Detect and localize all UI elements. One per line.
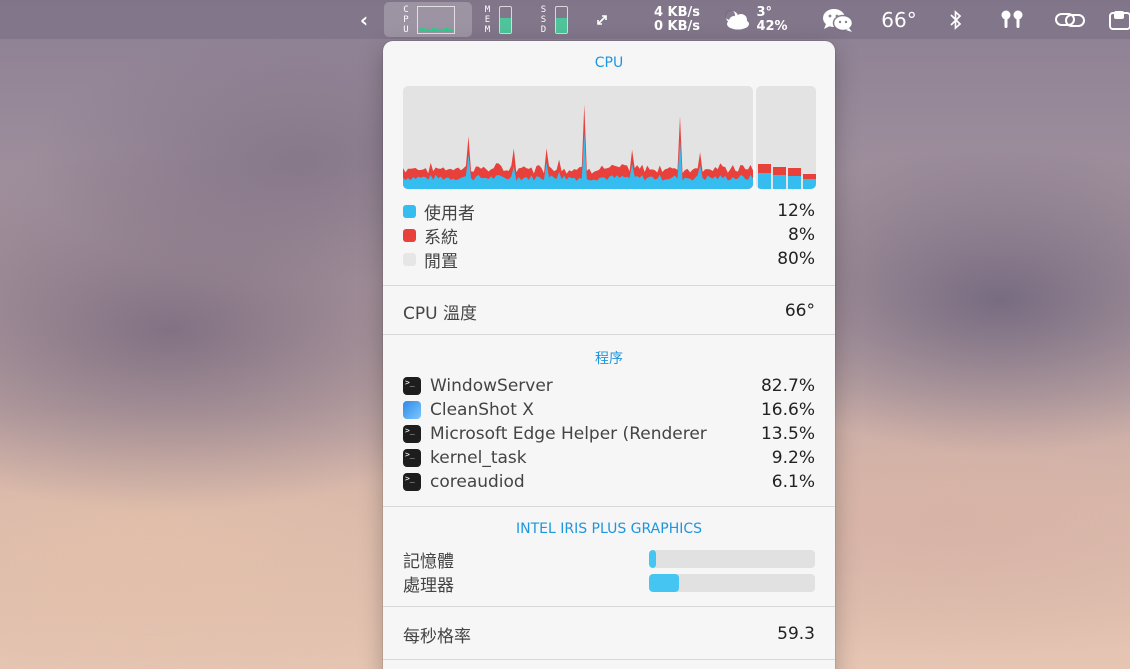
gpu-processor-label: 處理器 [403,575,454,596]
process-value: 16.6% [760,400,815,420]
terminal-icon: >_ [403,425,421,443]
link-icon[interactable] [1052,0,1088,39]
legend-value: 8% [788,225,815,245]
legend-label: 系統 [424,227,458,248]
terminal-icon: >_ [403,377,421,395]
fps-label: 每秒格率 [403,626,471,647]
process-name: Microsoft Edge Helper (Renderer [430,424,707,444]
gpu-section-title: INTEL IRIS PLUS GRAPHICS [515,521,703,537]
weather-widget[interactable]: 3° 42% [716,0,792,39]
cpu-legend-idle: 閒置 80% [403,248,815,272]
process-row[interactable]: >_ WindowServer 82.7% [403,375,815,397]
divider [383,606,835,607]
divider [383,659,835,660]
cpu-legend-user: 使用者 12% [403,200,815,224]
cpu-temperature-value: 66° [784,301,815,321]
cpu-stats-popup: CPU 使用者 12% 系統 8% 閒置 80% CPU 溫度 66° 程序 >… [383,41,835,669]
process-name: coreaudiod [430,472,525,492]
process-name: kernel_task [430,448,527,468]
divider [383,506,835,507]
legend-label: 使用者 [424,203,475,224]
core-bar [803,86,816,189]
network-arrows-icon[interactable] [592,0,612,39]
cpu-temperature-label: CPU 溫度 [403,303,477,324]
process-name: WindowServer [430,376,553,396]
legend-value: 80% [777,249,815,269]
network-speed[interactable]: 4 KB/s 0 KB/s [640,0,700,39]
processes-section-title: 程序 [595,351,623,367]
terminal-icon: >_ [403,473,421,491]
gpu-processor-bar [649,574,815,592]
cpu-mini-graph [417,5,455,34]
process-value: 6.1% [771,472,815,492]
cpu-temperature-row: CPU 溫度 66° [403,300,815,324]
mem-widget-label: M E M [484,4,491,35]
mem-mini-bar [498,5,512,34]
cpu-history-graph [403,86,753,189]
cpu-widget-label: C P U [403,4,409,35]
upload-speed: 4 KB/s [653,4,700,20]
legend-label: 閒置 [424,251,458,272]
wechat-icon[interactable] [818,0,858,39]
user-color-swatch [403,204,416,218]
chevron-left-icon[interactable]: ‹ [352,0,376,39]
clipboard-icon[interactable] [1108,0,1130,39]
idle-color-swatch [403,252,416,266]
gpu-memory-row: 記憶體 [403,548,815,572]
cpu-legend-system: 系統 8% [403,224,815,248]
process-row[interactable]: CleanShot X 16.6% [403,399,815,421]
process-value: 13.5% [760,424,815,444]
cloud-moon-icon [725,9,750,29]
download-speed: 0 KB/s [653,18,700,34]
process-value: 9.2% [771,448,815,468]
menu-bar: ‹ C P U M E M S S D 4 KB/s 0 KB/s 3° 42% [0,0,1130,39]
legend-value: 12% [777,201,815,221]
process-row[interactable]: >_ coreaudiod 6.1% [403,471,815,493]
gpu-memory-label: 記憶體 [403,551,454,572]
cpu-temperature-menu[interactable]: 66° [876,0,922,39]
system-color-swatch [403,228,416,242]
core-bar [758,86,771,189]
cpu-core-bars [756,86,816,189]
gpu-processor-row: 處理器 [403,572,815,596]
weather-temperature: 3° [756,4,772,20]
terminal-icon: >_ [403,449,421,467]
divider [383,285,835,286]
fps-value: 59.3 [777,624,815,644]
cpu-menu-widget[interactable]: C P U [384,2,472,37]
fps-row: 每秒格率 59.3 [403,623,815,647]
process-row[interactable]: >_ Microsoft Edge Helper (Renderer 13.5% [403,423,815,445]
ssd-menu-widget[interactable]: S S D [534,0,572,39]
ssd-mini-bar [554,5,568,34]
airpods-icon[interactable] [996,0,1028,39]
cleanshot-icon [403,401,421,419]
process-name: CleanShot X [430,400,534,420]
process-value: 82.7% [760,376,815,396]
core-bar [788,86,801,189]
divider [383,334,835,335]
gpu-memory-bar [649,550,815,568]
memory-menu-widget[interactable]: M E M [478,0,516,39]
cpu-section-title: CPU [594,55,624,71]
ssd-widget-label: S S D [540,4,547,35]
process-row[interactable]: >_ kernel_task 9.2% [403,447,815,469]
bluetooth-icon[interactable] [944,0,968,39]
weather-humidity: 42% [756,18,788,34]
core-bar [773,86,786,189]
